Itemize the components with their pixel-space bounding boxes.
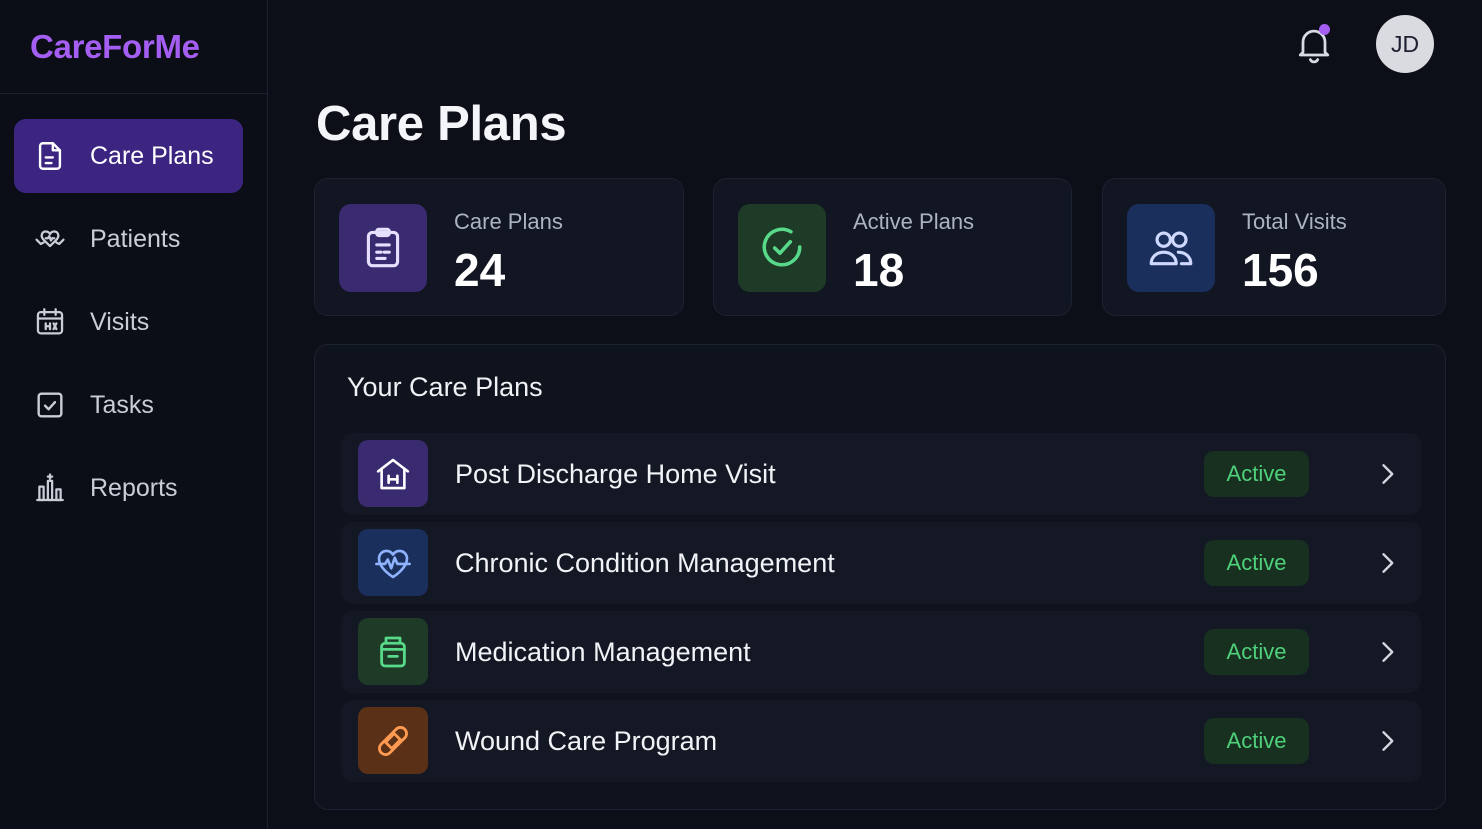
stat-label: Care Plans (454, 209, 563, 234)
stat-value: 18 (853, 244, 905, 296)
care-plan-row[interactable]: Chronic Condition Management Active (341, 522, 1421, 604)
stat-label: Active Plans (853, 209, 975, 234)
sidebar-item-reports[interactable]: Reports (14, 451, 243, 525)
stat-card-active-plans: Active Plans 18 (713, 178, 1072, 316)
checkbox-icon (32, 387, 68, 423)
status-badge: Active (1204, 451, 1309, 497)
status-badge: Active (1204, 718, 1309, 764)
calendar-icon (32, 304, 68, 340)
sidebar-item-care-plans[interactable]: Care Plans (14, 119, 243, 193)
clipboard-icon (339, 204, 427, 292)
brand[interactable]: CareForMe (0, 0, 267, 94)
document-icon (32, 138, 68, 174)
stat-label: Total Visits (1242, 209, 1347, 234)
sidebar-item-patients[interactable]: Patients (14, 202, 243, 276)
brand-logo-text[interactable]: CareForMe (30, 28, 200, 66)
care-plan-row[interactable]: Wound Care Program Active (341, 700, 1421, 782)
care-plans-panel: Your Care Plans Post Discharge Home Visi… (314, 344, 1446, 810)
chevron-right-icon[interactable] (1373, 460, 1401, 488)
care-plan-name: Chronic Condition Management (455, 547, 835, 578)
care-plan-name: Post Discharge Home Visit (455, 458, 776, 489)
care-plan-list: Post Discharge Home Visit Active Chronic… (341, 433, 1421, 789)
pill-bottle-icon (358, 618, 428, 685)
page-title: Care Plans (316, 97, 567, 151)
avatar-initials: JD (1390, 30, 1420, 57)
stat-value: 156 (1242, 244, 1319, 296)
sidebar-item-label: Tasks (90, 390, 154, 419)
sidebar-item-visits[interactable]: Visits (14, 285, 243, 359)
status-badge: Active (1204, 540, 1309, 586)
status-badge: Active (1204, 629, 1309, 675)
app-root: CareForMe Care Plans Patients Visits Tas… (0, 0, 1482, 829)
panel-title: Your Care Plans (347, 372, 543, 402)
care-plan-row[interactable]: Post Discharge Home Visit Active (341, 433, 1421, 515)
chevron-right-icon[interactable] (1373, 549, 1401, 577)
stat-card-total-visits: Total Visits 156 (1102, 178, 1446, 316)
home-icon (358, 440, 428, 507)
users-icon (1127, 204, 1215, 292)
sidebar-nav: Care Plans Patients Visits Tasks Reports (0, 94, 267, 525)
bandage-icon (358, 707, 428, 774)
sidebar: CareForMe Care Plans Patients Visits Tas… (0, 0, 268, 829)
chevron-right-icon[interactable] (1373, 727, 1401, 755)
heart-hands-icon (32, 221, 68, 257)
chevron-right-icon[interactable] (1373, 638, 1401, 666)
care-plan-name: Wound Care Program (455, 725, 718, 756)
sidebar-item-tasks[interactable]: Tasks (14, 368, 243, 442)
sidebar-item-label: Reports (90, 473, 178, 502)
stat-value: 24 (454, 244, 506, 296)
heartbeat-icon (358, 529, 428, 596)
care-plan-name: Medication Management (455, 636, 751, 667)
unread-indicator (1319, 24, 1330, 35)
sidebar-item-label: Patients (90, 224, 181, 253)
stat-card-care-plans: Care Plans 24 (314, 178, 684, 316)
avatar[interactable]: JD (1376, 15, 1434, 73)
care-plan-row[interactable]: Medication Management Active (341, 611, 1421, 693)
sidebar-item-label: Care Plans (90, 141, 214, 170)
check-circle-icon (738, 204, 826, 292)
sidebar-item-label: Visits (90, 307, 150, 336)
bar-chart-icon (32, 470, 68, 506)
